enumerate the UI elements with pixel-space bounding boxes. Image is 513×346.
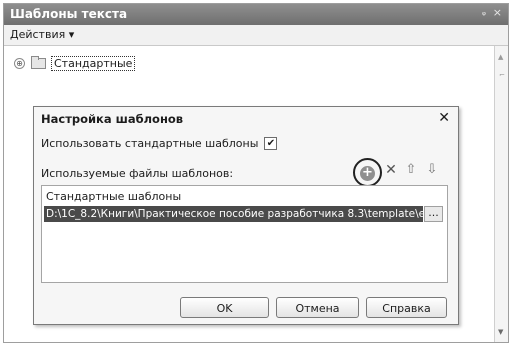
pin-icon[interactable]: ᵩ: [482, 7, 486, 18]
move-up-icon[interactable]: ⇧: [401, 160, 421, 180]
window-close-icon[interactable]: ×: [493, 6, 502, 19]
list-item[interactable]: D:\1C_8.2\Книги\Практическое пособие раз…: [44, 206, 423, 222]
delete-x-icon[interactable]: ✕: [381, 160, 401, 180]
move-down-icon[interactable]: ⇩: [422, 160, 442, 180]
window-titlebar: Шаблоны текста ᵩ ×: [4, 4, 508, 25]
use-standard-row: Использовать стандартные шаблоны ✔: [41, 137, 278, 150]
template-files-list[interactable]: Стандартные шаблоны D:\1C_8.2\Книги\Прак…: [41, 185, 448, 283]
vertical-scrollbar[interactable]: ▲ ⌐ ▼: [494, 46, 508, 342]
dialog-title: Настройка шаблонов: [41, 112, 184, 126]
menu-bar: Действия ▾: [4, 25, 508, 46]
scroll-down-icon[interactable]: ▼: [498, 328, 503, 336]
tree-item-label: Стандартные: [51, 56, 136, 71]
window-title: Шаблоны текста: [10, 7, 128, 21]
use-standard-label: Использовать стандартные шаблоны: [41, 137, 259, 150]
scroll-up-icon[interactable]: ▲: [498, 53, 503, 61]
ok-button[interactable]: OK: [180, 297, 269, 318]
scroll-handle-icon[interactable]: ⌐: [499, 71, 505, 79]
list-header: Стандартные шаблоны: [46, 190, 182, 203]
browse-button[interactable]: ...: [424, 206, 443, 222]
add-circle-icon[interactable]: +: [353, 158, 382, 187]
folder-icon: [31, 56, 46, 69]
actions-menu[interactable]: Действия ▾: [10, 28, 74, 41]
files-label: Используемые файлы шаблонов:: [41, 167, 234, 180]
use-standard-checkbox[interactable]: ✔: [264, 137, 278, 150]
expand-icon[interactable]: ⊕: [14, 58, 25, 69]
tree-item-standard[interactable]: ⊕ Стандартные: [14, 56, 136, 71]
cancel-button[interactable]: Отмена: [276, 297, 359, 318]
help-button[interactable]: Справка: [366, 297, 447, 318]
dialog-close-icon[interactable]: ✕: [438, 110, 450, 126]
template-settings-dialog: Настройка шаблонов ✕ Использовать станда…: [33, 106, 459, 325]
